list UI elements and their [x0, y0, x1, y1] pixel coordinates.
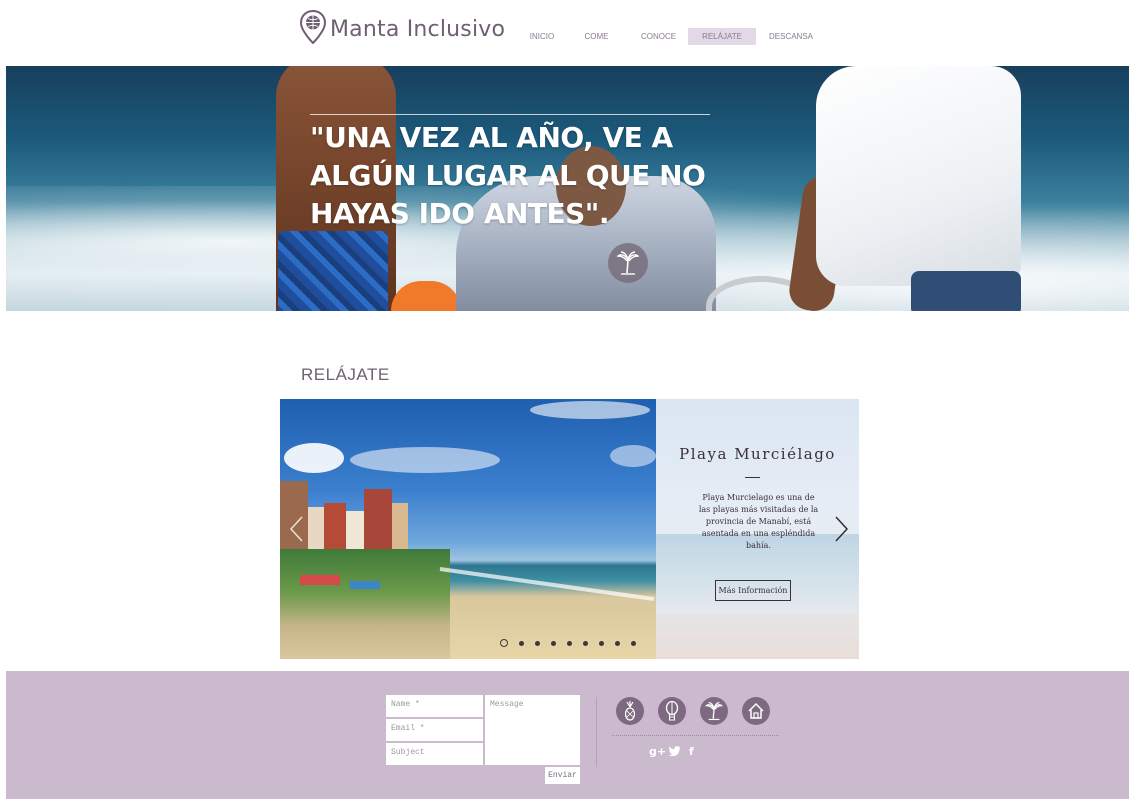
slider-pagination: [500, 639, 647, 647]
footer-dotted-divider: [612, 735, 779, 736]
section-title: RELÁJATE: [301, 365, 390, 384]
logo-text: Manta Inclusivo: [330, 17, 506, 42]
map-pin-globe-icon: [299, 9, 327, 49]
main-nav: INICIO COME CONOCE RELÁJATE DESCANSA: [520, 28, 826, 45]
slider-dot[interactable]: [631, 640, 636, 646]
image-slider: Playa Murciélago Playa Murcielago es una…: [280, 399, 859, 659]
building: [346, 511, 364, 551]
building: [364, 489, 392, 551]
building: [324, 503, 346, 551]
more-info-button[interactable]: Más Información: [715, 580, 791, 601]
cloud: [610, 445, 656, 467]
chevron-left-icon[interactable]: [288, 515, 306, 543]
footer-divider: [596, 697, 597, 767]
slide-description: Playa Murcielago es una de las playas má…: [698, 493, 819, 550]
cloud: [530, 401, 650, 419]
nav-item-conoce[interactable]: CONOCE: [629, 28, 688, 45]
slider-dot[interactable]: [519, 640, 524, 646]
palm-tree-icon[interactable]: [700, 697, 728, 725]
email-field[interactable]: Email *: [386, 719, 483, 741]
slider-dot[interactable]: [567, 640, 572, 646]
pineapple-icon[interactable]: [616, 697, 644, 725]
slide-photo: [280, 399, 656, 659]
send-button[interactable]: Enviar: [545, 767, 580, 784]
slider-dot[interactable]: [615, 640, 620, 646]
palm-tree-icon: [608, 243, 648, 283]
twitter-icon[interactable]: [668, 746, 681, 759]
beach-tent: [300, 575, 340, 585]
slide-info-panel: Playa Murciélago Playa Murcielago es una…: [656, 399, 859, 659]
beach-tent: [350, 581, 380, 589]
subject-field[interactable]: Subject: [386, 743, 483, 765]
google-plus-icon[interactable]: g+: [649, 745, 666, 758]
nav-item-descansa[interactable]: DESCANSA: [756, 28, 826, 45]
hero-shorts: [278, 231, 388, 311]
cloud: [284, 443, 344, 473]
slider-dot[interactable]: [599, 640, 604, 646]
building: [392, 503, 408, 551]
nav-item-inicio[interactable]: INICIO: [520, 28, 564, 45]
footer: Name * Email * Subject Message Enviar g+…: [6, 671, 1129, 799]
slider-dot[interactable]: [551, 640, 556, 646]
hero-person-right: [816, 66, 1021, 286]
slider-dot[interactable]: [500, 639, 508, 647]
beach-park: [280, 549, 450, 659]
slider-dot[interactable]: [583, 640, 588, 646]
message-field[interactable]: Message: [485, 695, 580, 765]
nav-item-come[interactable]: COME: [564, 28, 629, 45]
hero-quote-block: "UNA VEZ AL AÑO, VE A ALGÚN LUGAR AL QUE…: [310, 114, 710, 233]
facebook-icon[interactable]: f: [689, 745, 694, 758]
home-icon[interactable]: [742, 697, 770, 725]
name-field[interactable]: Name *: [386, 695, 483, 717]
chevron-right-icon[interactable]: [832, 515, 850, 543]
logo[interactable]: Manta Inclusivo: [299, 9, 506, 49]
hero-quote: "UNA VEZ AL AÑO, VE A ALGÚN LUGAR AL QUE…: [310, 121, 706, 230]
slide-title: Playa Murciélago: [679, 445, 836, 463]
hot-air-balloon-icon[interactable]: [658, 697, 686, 725]
slider-dot[interactable]: [535, 640, 540, 646]
surf-line: [439, 567, 655, 602]
cloud: [350, 447, 500, 473]
hero-jeans: [911, 271, 1021, 311]
nav-item-relajate[interactable]: RELÁJATE: [688, 28, 756, 45]
quote-top-rule: [310, 114, 710, 115]
slide-title-rule: [745, 477, 760, 478]
